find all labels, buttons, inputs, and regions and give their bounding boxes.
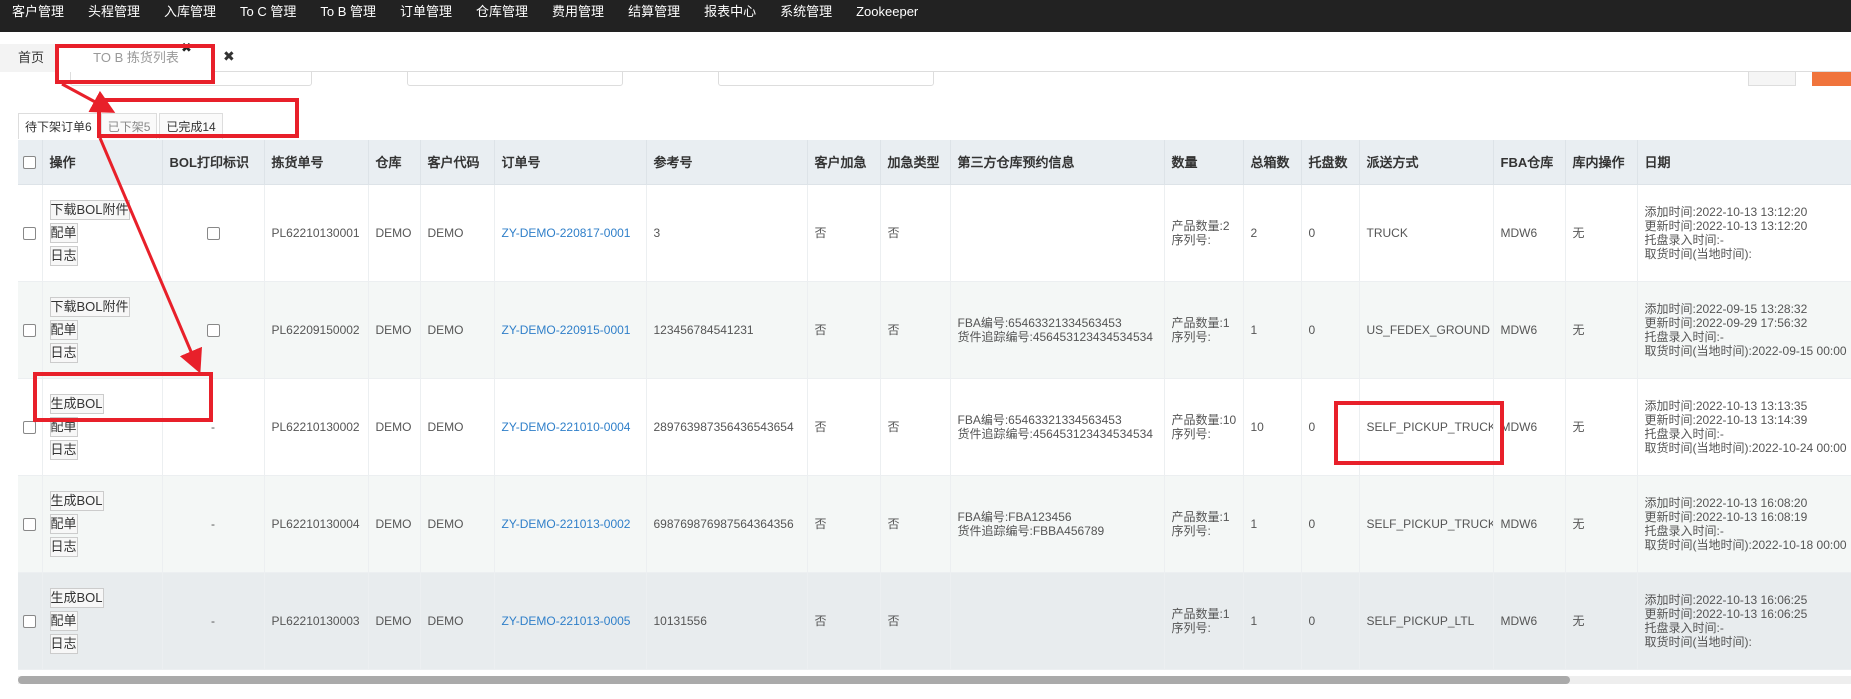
annotation-arrows <box>61 82 202 374</box>
arrow-to-generate-bol <box>98 137 202 374</box>
arrow-to-status-tabs <box>61 82 116 113</box>
